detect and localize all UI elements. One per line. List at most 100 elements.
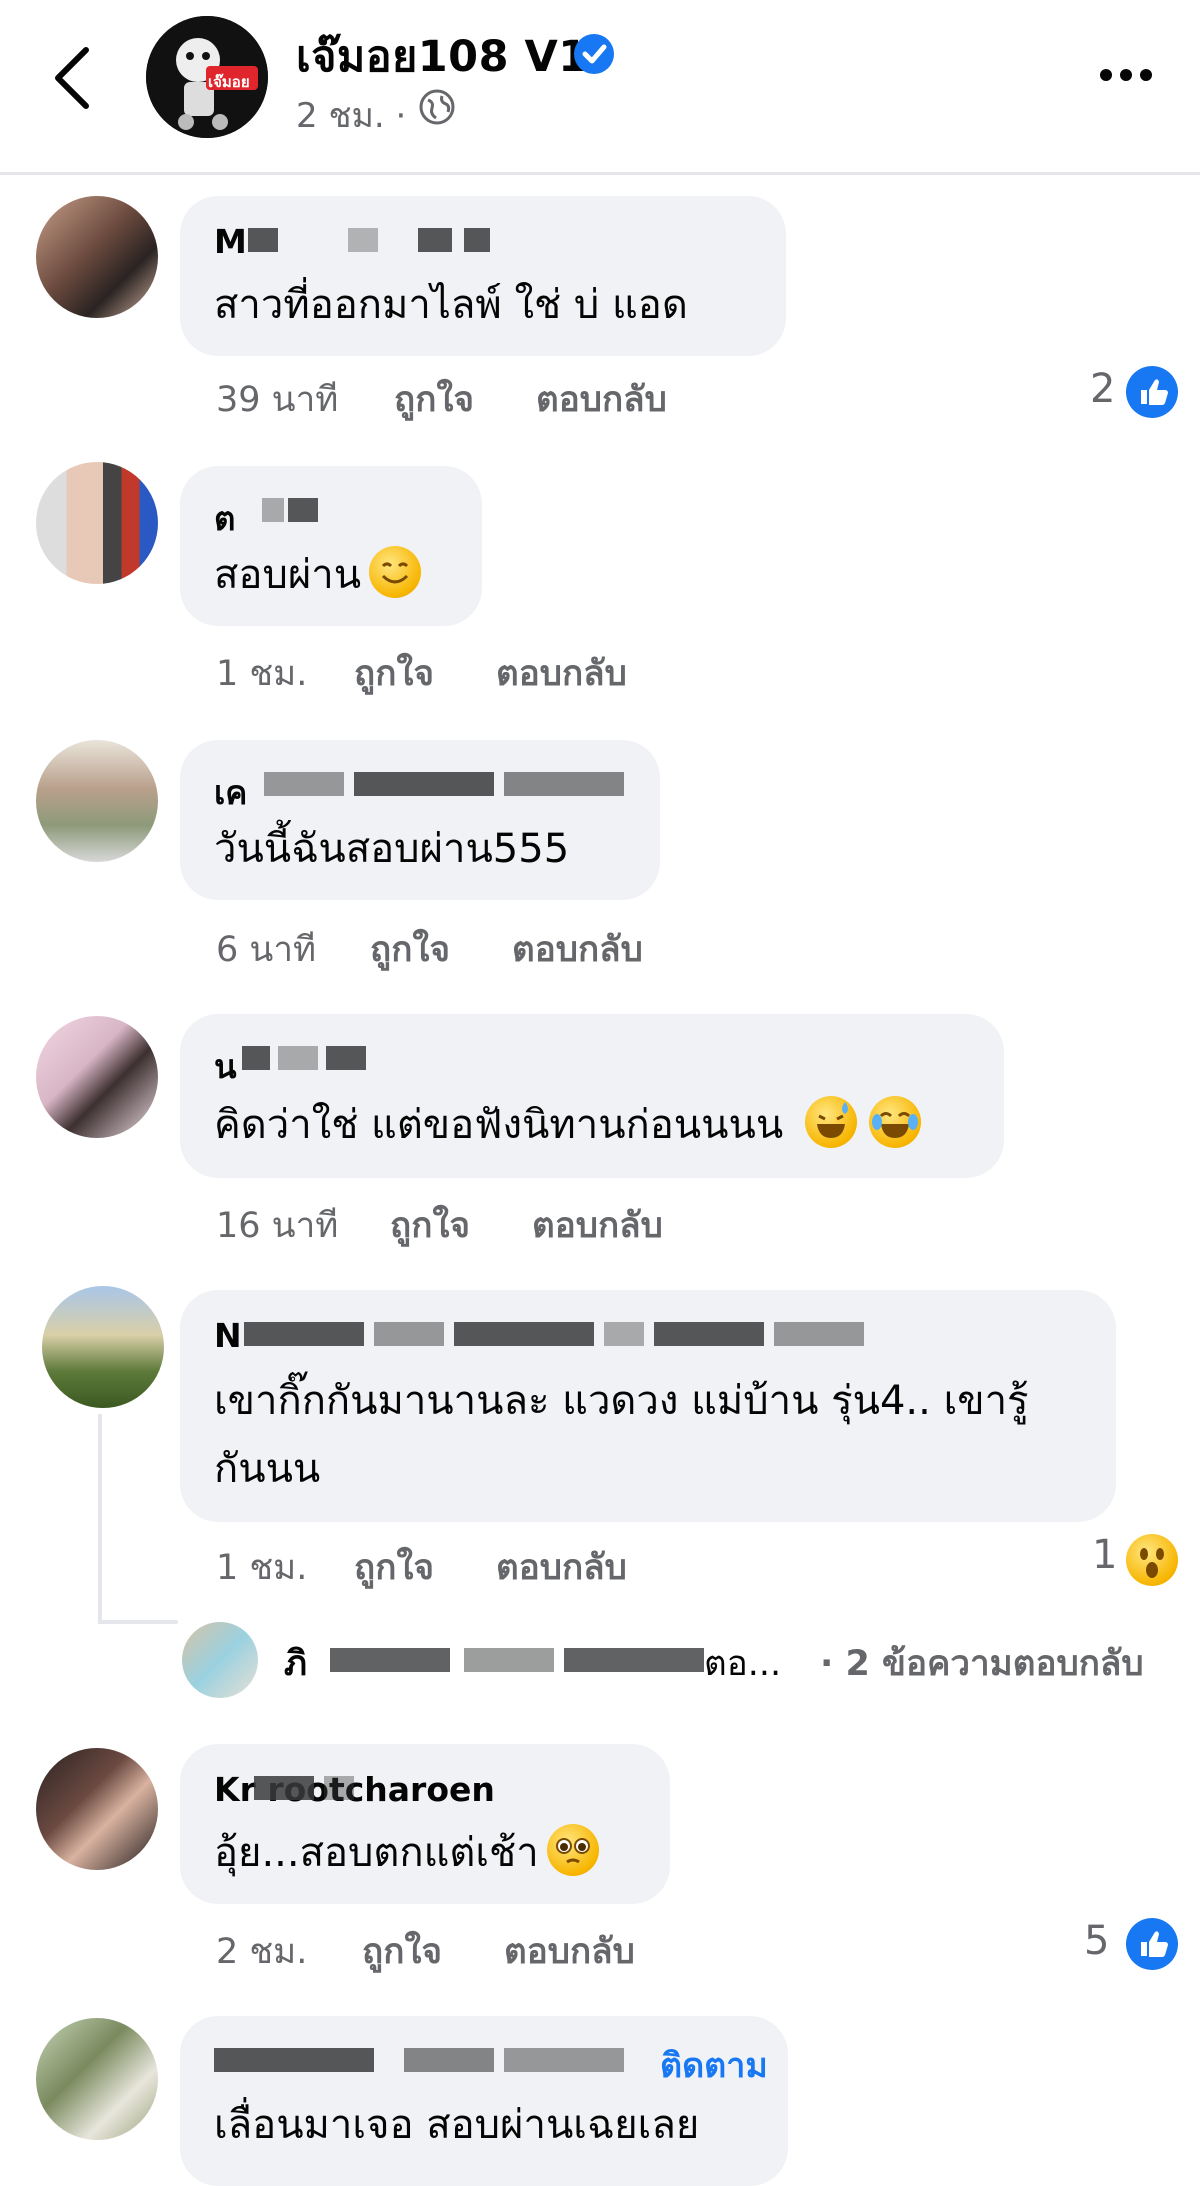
- reply-action[interactable]: ตอบกลับ: [536, 372, 667, 427]
- comment-bubble: เค วันนี้ฉันสอบผ่าน555: [180, 740, 660, 900]
- like-action[interactable]: ถูกใจ: [390, 1198, 470, 1253]
- comment-meta: 2 ชม. ถูกใจ ตอบกลับ: [216, 1924, 716, 1974]
- blurred-name: [654, 1322, 764, 1346]
- comment-bubble: น คิดว่าใช่ แต่ขอฟังนิทานก่อนนนน: [180, 1014, 1004, 1178]
- comment-text: อุ้ย...สอบตกแต่เช้า: [214, 1820, 599, 1886]
- blurred-name: [262, 498, 284, 522]
- blurred-name: [564, 1648, 704, 1672]
- blurred-name: [418, 228, 452, 252]
- comment-text: เลื่อนมาเจอ สอบผ่านเฉยเลย: [214, 2102, 700, 2148]
- reply-action[interactable]: ตอบกลับ: [532, 1198, 663, 1253]
- comment-bubble: Kr rootcharoen อุ้ย...สอบตกแต่เช้า: [180, 1744, 670, 1904]
- comment-author[interactable]: N: [214, 1316, 1082, 1355]
- verified-badge-icon: [574, 34, 614, 74]
- comment-time[interactable]: 16 นาที: [216, 1198, 338, 1253]
- comment-text: เขากิ๊กกันมานานละ แวดวง แม่บ้าน รุ่น4.. …: [214, 1378, 1029, 1424]
- reply-action[interactable]: ตอบกลับ: [496, 646, 627, 701]
- comment-text: สอบผ่าน: [214, 542, 422, 608]
- blurred-name: [244, 1322, 364, 1346]
- globe-icon: [419, 89, 455, 125]
- comment-text: คิดว่าใช่ แต่ขอฟังนิทานก่อนนนน: [214, 1092, 922, 1158]
- post-time[interactable]: 2 ชม. ·: [296, 88, 406, 142]
- page-logo-text: เจ๊มอย: [208, 73, 250, 91]
- blurred-name: [254, 1776, 314, 1800]
- reply-action[interactable]: ตอบกลับ: [512, 922, 643, 977]
- blurred-name: [464, 1648, 554, 1672]
- comment-author[interactable]: น: [214, 1040, 970, 1086]
- commenter-avatar[interactable]: [42, 1286, 164, 1408]
- blurred-name: [374, 1322, 444, 1346]
- reaction-count[interactable]: 2: [1090, 366, 1115, 412]
- comment-text: สาวที่ออกมาไลพ์ ใช่ บ่ แอด: [214, 282, 688, 328]
- reply-snippet: ตอ...: [704, 1644, 782, 1684]
- tears-of-joy-emoji-icon: [869, 1096, 922, 1148]
- comment-meta: 1 ชม. ถูกใจ ตอบกลับ: [216, 1540, 716, 1590]
- comment-text: วันนี้ฉันสอบผ่าน555: [214, 826, 570, 872]
- commenter-avatar[interactable]: [36, 196, 158, 318]
- comment-time[interactable]: 6 นาที: [216, 922, 316, 977]
- like-action[interactable]: ถูกใจ: [394, 372, 474, 427]
- blurred-name: [326, 1046, 366, 1070]
- pleading-face-emoji-icon: [546, 1824, 599, 1876]
- page-avatar[interactable]: เจ๊มอย: [146, 16, 268, 138]
- blurred-name: [454, 1322, 594, 1346]
- reply-thread-line: [98, 1620, 178, 1624]
- blurred-name: [354, 772, 494, 796]
- blurred-name: [774, 1322, 864, 1346]
- page-logo-icon: [146, 16, 268, 138]
- like-action[interactable]: ถูกใจ: [362, 1924, 442, 1979]
- smiling-emoji-icon: [369, 546, 422, 598]
- comment-time[interactable]: 39 นาที: [216, 372, 338, 427]
- like-action[interactable]: ถูกใจ: [354, 1540, 434, 1595]
- reply-preview[interactable]: ภิ ตอ... · 2 ข้อความตอบกลับ: [284, 1636, 1184, 1686]
- reaction-count[interactable]: 1: [1092, 1532, 1117, 1578]
- commenter-avatar[interactable]: [36, 1016, 158, 1138]
- comment-text: กันนน: [214, 1446, 321, 1492]
- like-action[interactable]: ถูกใจ: [370, 922, 450, 977]
- follow-button[interactable]: ติดตาม: [660, 2038, 768, 2092]
- comment-time[interactable]: 1 ชม.: [216, 1540, 307, 1595]
- blurred-name: [242, 1046, 270, 1070]
- blurred-name: [404, 2048, 494, 2072]
- like-reaction-icon: [1126, 366, 1178, 418]
- page-name[interactable]: เจ๊มอย108 V1: [296, 22, 589, 90]
- like-action[interactable]: ถูกใจ: [354, 646, 434, 701]
- comment-author[interactable]: M: [214, 222, 752, 261]
- blurred-name: [214, 2048, 374, 2072]
- comment-meta: 6 นาที ถูกใจ ตอบกลับ: [216, 922, 716, 972]
- comment-meta: 39 นาที ถูกใจ ตอบกลับ: [216, 372, 716, 422]
- commenter-avatar[interactable]: [36, 1748, 158, 1870]
- comment-meta: 1 ชม. ถูกใจ ตอบกลับ: [216, 646, 716, 696]
- blurred-name: [288, 498, 318, 522]
- comment-author[interactable]: ต: [214, 492, 448, 538]
- reply-action[interactable]: ตอบกลับ: [496, 1540, 627, 1595]
- back-arrow-icon[interactable]: [40, 38, 110, 118]
- reply-count[interactable]: · 2 ข้อความตอบกลับ: [820, 1636, 1144, 1691]
- commenter-avatar[interactable]: [36, 462, 158, 584]
- commenter-avatar[interactable]: [36, 2018, 158, 2140]
- comment-author[interactable]: เค: [214, 766, 626, 812]
- reply-thread-line: [98, 1414, 102, 1624]
- blurred-name: [278, 1046, 318, 1070]
- wow-reaction-icon: [1126, 1534, 1178, 1586]
- comment-author[interactable]: Kr rootcharoen: [214, 1770, 636, 1809]
- sweat-smile-emoji-icon: [805, 1096, 858, 1148]
- comment-time[interactable]: 1 ชม.: [216, 646, 307, 701]
- reply-avatar[interactable]: [182, 1622, 258, 1698]
- comment-bubble: M สาวที่ออกมาไลพ์ ใช่ บ่ แอด: [180, 196, 786, 356]
- commenter-avatar[interactable]: [36, 740, 158, 862]
- blurred-name: [248, 228, 278, 252]
- blurred-name: [464, 228, 490, 252]
- like-reaction-icon: [1126, 1918, 1178, 1970]
- blurred-name: [504, 2048, 624, 2072]
- comment-bubble: ต สอบผ่าน: [180, 466, 482, 626]
- blurred-name: [604, 1322, 644, 1346]
- blurred-name: [330, 1648, 450, 1672]
- comment-time[interactable]: 2 ชม.: [216, 1924, 307, 1979]
- reaction-count[interactable]: 5: [1084, 1918, 1109, 1964]
- more-options-icon[interactable]: [1096, 60, 1156, 90]
- blurred-name: [348, 228, 378, 252]
- reply-action[interactable]: ตอบกลับ: [504, 1924, 635, 1979]
- comment-author[interactable]: ติดตาม: [214, 2042, 768, 2086]
- post-header: เจ๊มอย เจ๊มอย108 V1 2 ชม. ·: [0, 0, 1200, 175]
